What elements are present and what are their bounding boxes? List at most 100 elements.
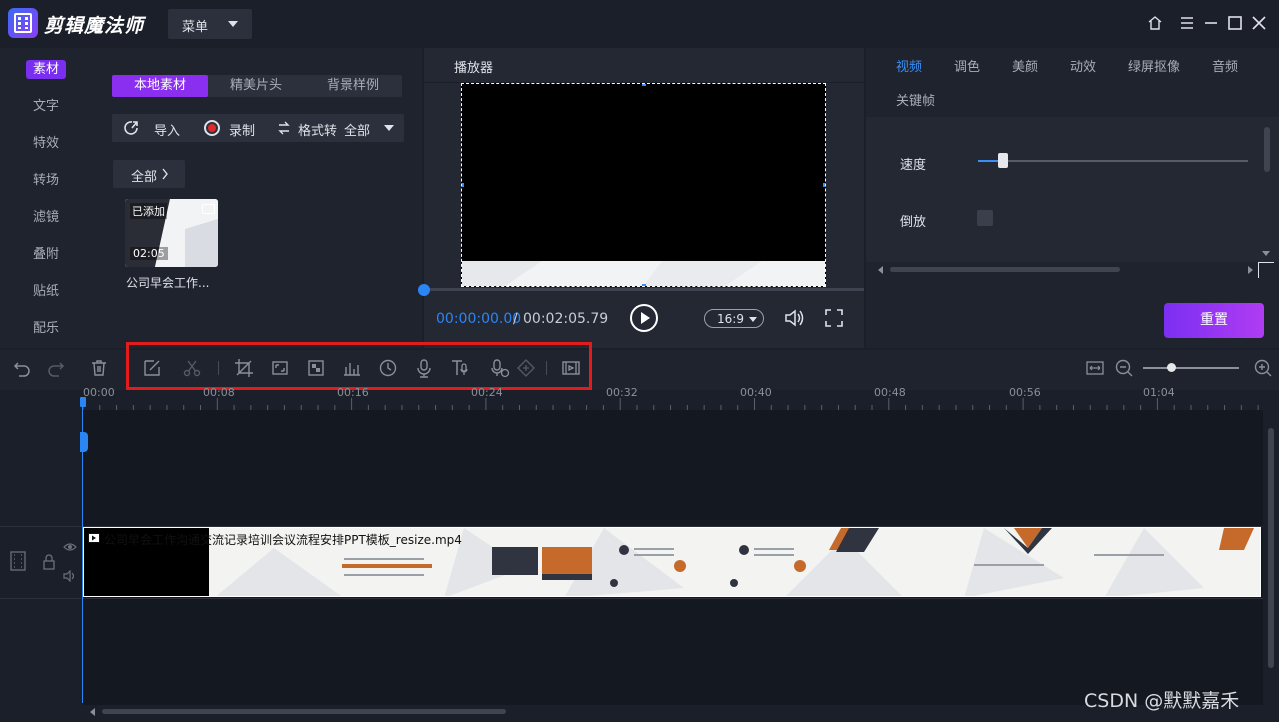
speed-slider-knob[interactable]	[998, 153, 1008, 168]
lock-icon[interactable]	[42, 554, 56, 570]
fit-timeline-icon[interactable]	[1085, 358, 1105, 378]
track-divider	[0, 598, 1263, 599]
tab-color[interactable]: 调色	[954, 56, 980, 75]
timeline-ruler[interactable]	[82, 390, 1279, 410]
ruler-tick-label: 00:48	[874, 386, 906, 399]
highlight-box	[126, 342, 592, 390]
reverse-checkbox[interactable]	[977, 210, 993, 226]
tab-keyframe[interactable]: 关键帧	[896, 90, 935, 109]
tab-local-media[interactable]: 本地素材	[112, 75, 208, 97]
timeline-vertical-scrollbar[interactable]	[1268, 428, 1274, 668]
format-convert-select[interactable]: 全部	[344, 120, 370, 139]
tab-backgrounds[interactable]: 背景样例	[304, 75, 402, 97]
aspect-ratio-select[interactable]: 16:9	[704, 309, 764, 328]
close-icon[interactable]	[1250, 14, 1268, 32]
added-badge: 已添加	[130, 203, 167, 219]
time-separator: /	[513, 311, 518, 327]
import-button[interactable]: 导入	[154, 120, 180, 139]
media-tools-row: 导入 录制 格式转 全部	[112, 114, 404, 142]
resize-handle[interactable]	[823, 183, 825, 187]
scroll-left-icon[interactable]	[90, 708, 95, 716]
redo-icon[interactable]	[46, 358, 66, 378]
ruler-tick-label: 00:32	[606, 386, 638, 399]
import-icon[interactable]	[122, 118, 142, 138]
app-logo-icon	[8, 8, 38, 38]
tab-green-screen[interactable]: 绿屏抠像	[1128, 56, 1180, 75]
zoom-slider[interactable]	[1143, 367, 1239, 369]
maximize-icon[interactable]	[1226, 14, 1244, 32]
sidebar-item-effects[interactable]: 特效	[0, 132, 92, 151]
sidebar-item-transitions[interactable]: 转场	[0, 169, 92, 188]
ruler-tick-label: 00:08	[203, 386, 235, 399]
playhead-handle[interactable]	[80, 432, 88, 452]
tab-beauty[interactable]: 美颜	[1012, 56, 1038, 75]
ruler-tick-label: 01:04	[1143, 386, 1175, 399]
tab-animation[interactable]: 动效	[1070, 56, 1096, 75]
sidebar-item-filters[interactable]: 滤镜	[0, 206, 92, 225]
caret-down-icon[interactable]	[384, 125, 394, 131]
watermark: CSDN @默默嘉禾	[1084, 690, 1240, 712]
undo-icon[interactable]	[12, 358, 32, 378]
track-audio-icon[interactable]	[63, 570, 77, 582]
ruler-tick-label: 00:40	[740, 386, 772, 399]
sidebar-item-materials[interactable]: 素材	[0, 58, 92, 79]
resize-handle[interactable]	[642, 84, 646, 86]
filter-all-button[interactable]: 全部	[113, 160, 185, 188]
scroll-left-icon[interactable]	[878, 266, 883, 274]
resize-handle[interactable]	[642, 284, 646, 286]
speed-slider[interactable]	[978, 160, 1248, 162]
playback-progress-knob[interactable]	[418, 284, 430, 296]
tab-video[interactable]: 视频	[896, 56, 922, 75]
preview-screen[interactable]	[461, 83, 826, 287]
home-icon[interactable]	[1146, 14, 1164, 32]
delete-icon[interactable]	[89, 358, 109, 378]
zoom-slider-knob[interactable]	[1167, 363, 1176, 372]
properties-vertical-scrollbar[interactable]	[1264, 127, 1270, 172]
menu-dropdown-button[interactable]: 菜单	[168, 9, 252, 39]
reverse-label: 倒放	[900, 215, 927, 230]
playback-progress-track[interactable]	[424, 288, 864, 291]
scroll-right-icon[interactable]	[1248, 266, 1253, 274]
scroll-down-icon[interactable]	[1262, 251, 1270, 256]
tab-intros[interactable]: 精美片头	[208, 75, 304, 97]
sidebar-item-text[interactable]: 文字	[0, 95, 92, 114]
properties-horizontal-scrollbar[interactable]	[890, 267, 1120, 272]
media-item-thumbnail[interactable]: 已添加 02:05	[125, 199, 218, 267]
clip-name: 公司早会工作沟通交流记录培训会议流程安排PPT模板_resize.mp4	[104, 533, 462, 547]
aspect-ratio-value: 16:9	[717, 312, 744, 326]
sidebar-item-overlay[interactable]: 叠附	[0, 243, 92, 262]
sidebar-item-music[interactable]: 配乐	[0, 317, 92, 336]
current-time: 00:00:00.00	[436, 311, 522, 327]
video-clip[interactable]: 公司早会工作沟通交流记录培训会议流程安排PPT模板_resize.mp4	[83, 527, 1261, 597]
play-button[interactable]	[629, 303, 659, 333]
record-button[interactable]: 录制	[229, 120, 255, 139]
convert-icon	[276, 120, 292, 136]
playhead-top-marker[interactable]	[80, 397, 86, 407]
chevron-right-icon	[161, 168, 169, 180]
format-convert-button[interactable]: 格式转	[298, 120, 337, 139]
hamburger-menu-icon[interactable]	[1178, 14, 1196, 32]
ruler-tick-label: 00:24	[471, 386, 503, 399]
ruler-tick-label: 00:16	[337, 386, 369, 399]
total-time: 00:02:05.79	[523, 311, 609, 327]
record-icon[interactable]	[204, 120, 220, 136]
visibility-eye-icon[interactable]	[63, 541, 77, 553]
video-track-icon	[10, 551, 26, 571]
filter-all-label: 全部	[131, 170, 158, 185]
resize-handle[interactable]	[462, 183, 464, 187]
zoom-in-icon[interactable]	[1253, 358, 1273, 378]
volume-icon[interactable]	[784, 308, 806, 328]
minimize-icon[interactable]	[1202, 14, 1220, 32]
sidebar-item-stickers[interactable]: 贴纸	[0, 280, 92, 299]
caret-down-icon	[749, 317, 757, 322]
reset-button[interactable]: 重置	[1164, 303, 1264, 338]
menu-label: 菜单	[182, 20, 209, 35]
fullscreen-icon[interactable]	[824, 308, 844, 328]
timeline-horizontal-scrollbar[interactable]	[102, 709, 506, 714]
media-item-name: 公司早会工作...	[126, 276, 210, 290]
category-sidebar: 素材 文字 特效 转场 滤镜 叠附 贴纸 配乐	[0, 48, 92, 348]
resize-corner	[1258, 262, 1274, 278]
player-title: 播放器	[454, 61, 494, 76]
zoom-out-icon[interactable]	[1114, 358, 1134, 378]
tab-audio[interactable]: 音频	[1212, 56, 1238, 75]
